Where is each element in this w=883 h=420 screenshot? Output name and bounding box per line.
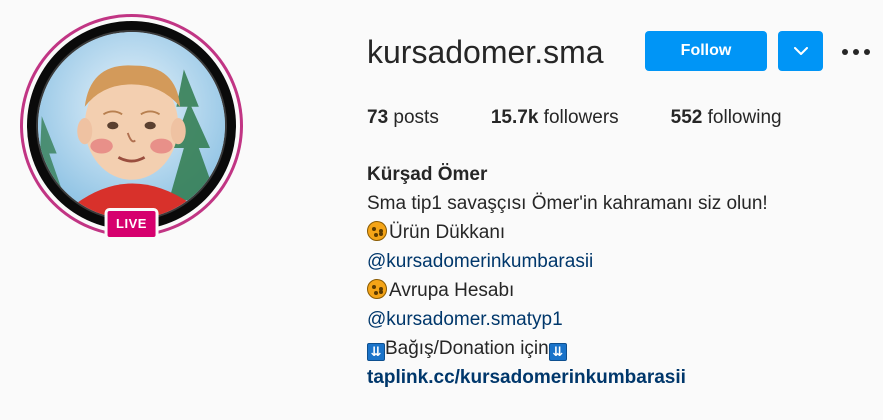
profile-bio: Kürşad Ömer Sma tip1 savaşçısı Ömer'in k… — [367, 160, 768, 392]
suggested-accounts-button[interactable] — [778, 31, 823, 71]
bio-line: Avrupa Hesabı — [367, 276, 768, 305]
posts-stat: 73 posts — [367, 105, 439, 131]
more-options-button[interactable] — [838, 36, 874, 66]
profile-username: kursadomer.sma — [367, 34, 604, 70]
followers-count: 15.7k — [490, 107, 539, 128]
profile-stats: 73 posts 15.7k followers 552 following — [367, 105, 834, 131]
bio-line: Sma tip1 savaşçısı Ömer'in kahramanı siz… — [367, 193, 768, 214]
ellipsis-icon — [841, 44, 871, 59]
following-label: following — [707, 107, 782, 128]
posts-label: posts — [393, 107, 439, 128]
bio-line: taplink.cc/kursadomerinkumbarasii — [367, 363, 768, 392]
chevron-down-icon — [793, 44, 808, 59]
followers-stat[interactable]: 15.7k followers — [491, 105, 619, 131]
double-down-arrow-icon: ⇊ — [367, 343, 385, 361]
following-stat[interactable]: 552 following — [671, 105, 782, 131]
live-story-ring — [20, 14, 243, 237]
mention-link[interactable]: @kursadomer.smatyp1 — [367, 309, 563, 330]
full-name: Kürşad Ömer — [367, 164, 488, 185]
bio-line: Ürün Dükkanı — [367, 218, 768, 247]
website-link[interactable]: taplink.cc/kursadomerinkumbarasii — [367, 367, 686, 388]
posts-count: 73 — [367, 107, 389, 128]
followers-label: followers — [543, 107, 619, 128]
cookie-icon — [367, 221, 387, 241]
double-down-arrow-icon: ⇊ — [548, 343, 567, 361]
live-badge[interactable]: LIVE — [104, 208, 159, 240]
bio-line: @kursadomer.smatyp1 — [367, 305, 768, 334]
follow-button[interactable]: Follow — [645, 31, 767, 71]
cookie-icon — [367, 279, 387, 299]
profile-avatar[interactable]: LIVE — [20, 14, 243, 240]
profile-photo — [36, 30, 227, 221]
bio-line: ⇊ Bağış/Donation için ⇊ — [367, 334, 768, 363]
bio-line: @kursadomerinkumbarasii — [367, 247, 768, 276]
mention-link[interactable]: @kursadomerinkumbarasii — [367, 251, 593, 272]
following-count: 552 — [670, 107, 703, 128]
